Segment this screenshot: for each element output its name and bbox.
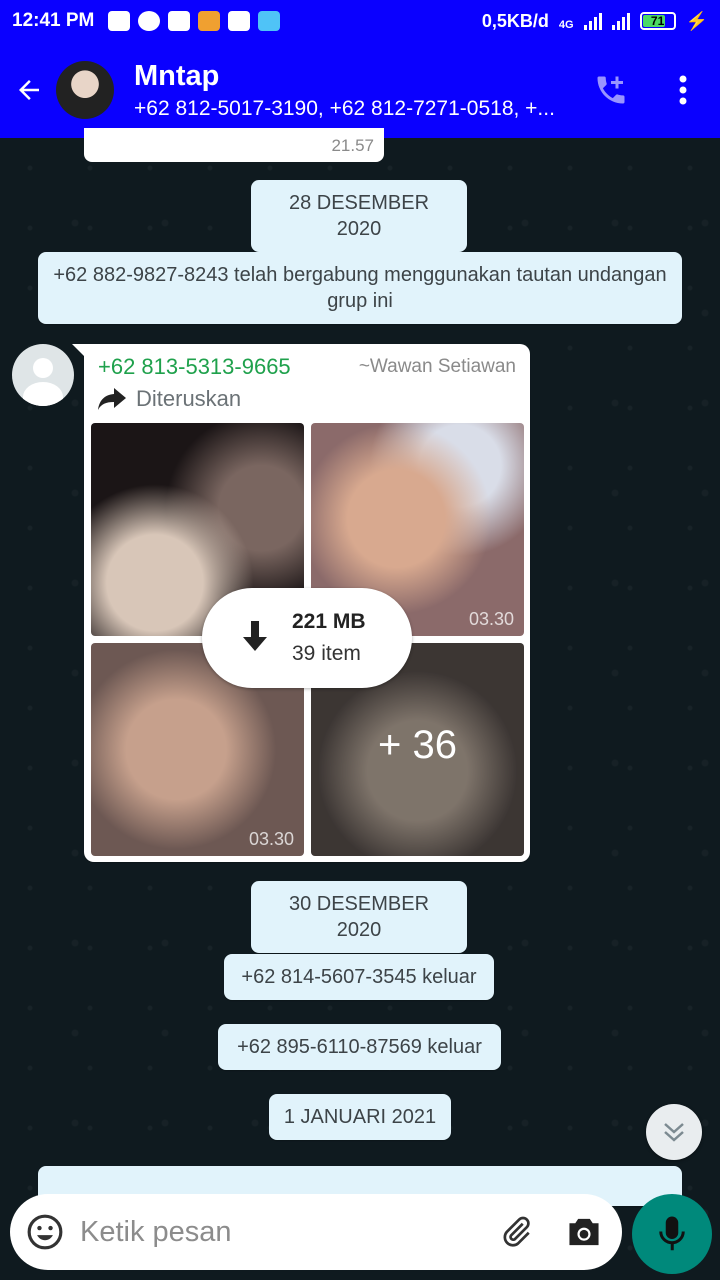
launcher-notification-icon: [258, 11, 281, 31]
back-button[interactable]: [2, 60, 56, 120]
scroll-to-bottom-button[interactable]: [646, 1104, 702, 1160]
chat-area[interactable]: 21.57 28 DESEMBER 2020 +62 882-9827-8243…: [0, 128, 720, 1280]
notification-icons: [108, 11, 281, 31]
paperclip-icon: [503, 1216, 530, 1247]
battery-icon: 71: [639, 12, 676, 30]
group-avatar[interactable]: [56, 61, 114, 119]
previous-message-bubble[interactable]: 21.57: [84, 128, 384, 162]
date-divider-2: 30 DESEMBER 2020: [251, 881, 467, 953]
download-icon: [243, 621, 267, 651]
status-time: 12:41 PM: [12, 10, 95, 31]
media-message-bubble[interactable]: +62 813-5313-9665 ~Wawan Setiawan Diteru…: [72, 344, 530, 862]
forward-icon: [98, 388, 126, 410]
emoji-button[interactable]: [10, 1213, 80, 1251]
charging-icon: ⚡: [685, 10, 708, 31]
download-button[interactable]: 221 MB 39 item: [202, 588, 412, 688]
shop-notification-icon: [198, 11, 221, 31]
sender-avatar[interactable]: [12, 344, 74, 406]
chat-header: Mntap +62 812-5017-3190, +62 812-7271-05…: [0, 42, 720, 138]
group-members: +62 812-5017-3190, +62 812-7271-0518, +.…: [134, 96, 555, 120]
message-input-bar: Ketik pesan: [10, 1194, 622, 1270]
voice-record-button[interactable]: [632, 1194, 712, 1274]
camera-button[interactable]: [546, 1216, 622, 1248]
chat-notification-icon: [108, 11, 131, 31]
video-duration: 03.30: [468, 609, 514, 629]
emoji-icon: [27, 1214, 63, 1250]
status-bar: 12:41 PM 0,5KB/d 4G 71 ⚡: [0, 0, 720, 42]
download-size: 221 MB: [292, 610, 366, 633]
sender-pushname: ~Wawan Setiawan: [358, 356, 516, 377]
date-divider: 28 DESEMBER 2020: [251, 180, 467, 252]
phone-add-icon: [597, 76, 625, 104]
date-divider-3: 1 JANUARI 2021: [269, 1094, 451, 1140]
camera-icon: [569, 1218, 599, 1246]
left-notice-1: +62 814-5607-3545 keluar: [224, 954, 494, 1000]
microphone-icon: [659, 1216, 685, 1251]
network-type: 4G: [558, 18, 574, 31]
add-call-button[interactable]: [576, 72, 646, 108]
more-vert-icon: [679, 75, 687, 105]
network-speed: 0,5KB/d: [481, 10, 549, 31]
chevron-double-down-icon: [664, 1123, 684, 1142]
more-media-count: + 36: [378, 723, 457, 767]
item-count: 39 item: [292, 642, 361, 665]
messenger-notification-icon: [138, 11, 161, 31]
app-notification-icon-2: [228, 11, 251, 31]
video-duration-2: 03.30: [248, 829, 294, 849]
signal-icon-2: [611, 12, 630, 30]
group-title: Mntap: [134, 59, 220, 92]
signal-icon: [583, 12, 602, 30]
left-notice-2: +62 895-6110-87569 keluar: [218, 1024, 501, 1070]
more-options-button[interactable]: [646, 74, 720, 106]
arrow-left-icon: [19, 80, 39, 100]
app-notification-icon: [168, 11, 191, 31]
message-time: 21.57: [331, 136, 374, 155]
sender-number[interactable]: +62 813-5313-9665: [98, 354, 291, 380]
forwarded-label: Diteruskan: [98, 386, 241, 412]
join-notice: +62 882-9827-8243 telah bergabung menggu…: [38, 252, 682, 324]
group-info[interactable]: Mntap +62 812-5017-3190, +62 812-7271-05…: [134, 60, 576, 121]
message-input[interactable]: Ketik pesan: [80, 1216, 486, 1249]
attach-button[interactable]: [486, 1214, 546, 1250]
